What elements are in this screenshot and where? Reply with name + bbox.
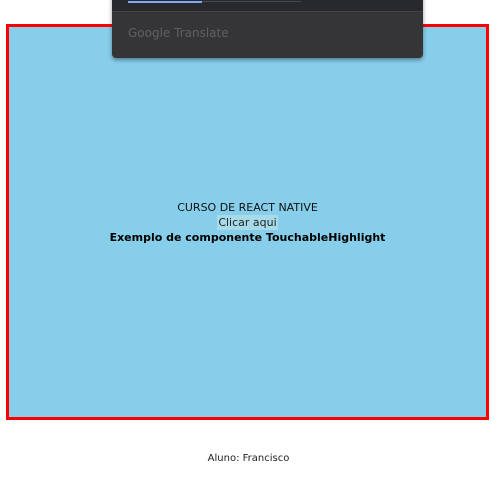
progress-fill <box>128 1 203 3</box>
main-container: CURSO DE REACT NATIVE Clicar aqui Exempl… <box>6 24 489 420</box>
popup-header <box>112 0 423 12</box>
google-translate-popup: Google Translate <box>112 0 423 58</box>
student-footer: Aluno: Francisco <box>207 453 290 464</box>
google-translate-brand: Google Translate <box>128 26 229 40</box>
click-here-button[interactable]: Clicar aqui <box>217 214 278 230</box>
course-title: CURSO DE REACT NATIVE <box>177 200 318 214</box>
component-subtitle: Exemplo de componente TouchableHighlight <box>109 230 386 244</box>
